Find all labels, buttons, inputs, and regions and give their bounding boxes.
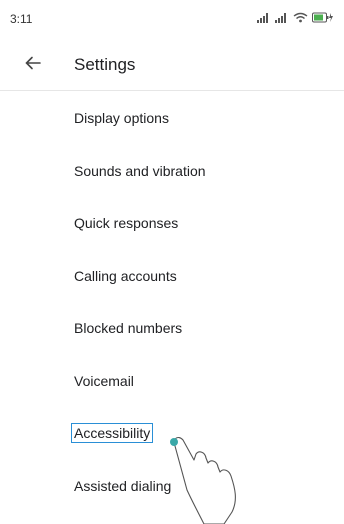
settings-item-label: Quick responses xyxy=(74,215,179,232)
status-bar: 3:11 xyxy=(0,0,344,40)
settings-item-label: Calling accounts xyxy=(74,267,177,284)
settings-item-label: Voicemail xyxy=(74,372,134,389)
settings-item-label: Display options xyxy=(74,110,169,127)
arrow-left-icon xyxy=(25,56,41,75)
app-bar: Settings xyxy=(0,40,344,91)
page-title: Settings xyxy=(74,55,136,74)
settings-item-label: Sounds and vibration xyxy=(74,162,206,179)
settings-item-accessibility[interactable]: Accessibility xyxy=(0,407,344,460)
settings-item-voicemail[interactable]: Voicemail xyxy=(0,355,344,408)
wifi-icon xyxy=(293,10,308,28)
back-button[interactable] xyxy=(18,50,48,80)
settings-item-calling-accounts[interactable]: Calling accounts xyxy=(0,250,344,303)
settings-list: Display options Sounds and vibration Qui… xyxy=(0,92,344,512)
settings-item-label: Blocked numbers xyxy=(74,320,183,337)
settings-item-quick-responses[interactable]: Quick responses xyxy=(0,197,344,250)
signal-icon xyxy=(275,10,289,28)
battery-charging-icon xyxy=(312,10,334,28)
settings-item-label: Accessibility xyxy=(70,423,154,444)
settings-item-sounds-and-vibration[interactable]: Sounds and vibration xyxy=(0,145,344,198)
status-time: 3:11 xyxy=(10,12,33,26)
signal-icon xyxy=(257,10,271,28)
settings-item-assisted-dialing[interactable]: Assisted dialing xyxy=(0,460,344,513)
status-icons xyxy=(257,10,334,28)
settings-item-label: Assisted dialing xyxy=(74,477,172,494)
settings-item-display-options[interactable]: Display options xyxy=(0,92,344,145)
settings-item-blocked-numbers[interactable]: Blocked numbers xyxy=(0,302,344,355)
